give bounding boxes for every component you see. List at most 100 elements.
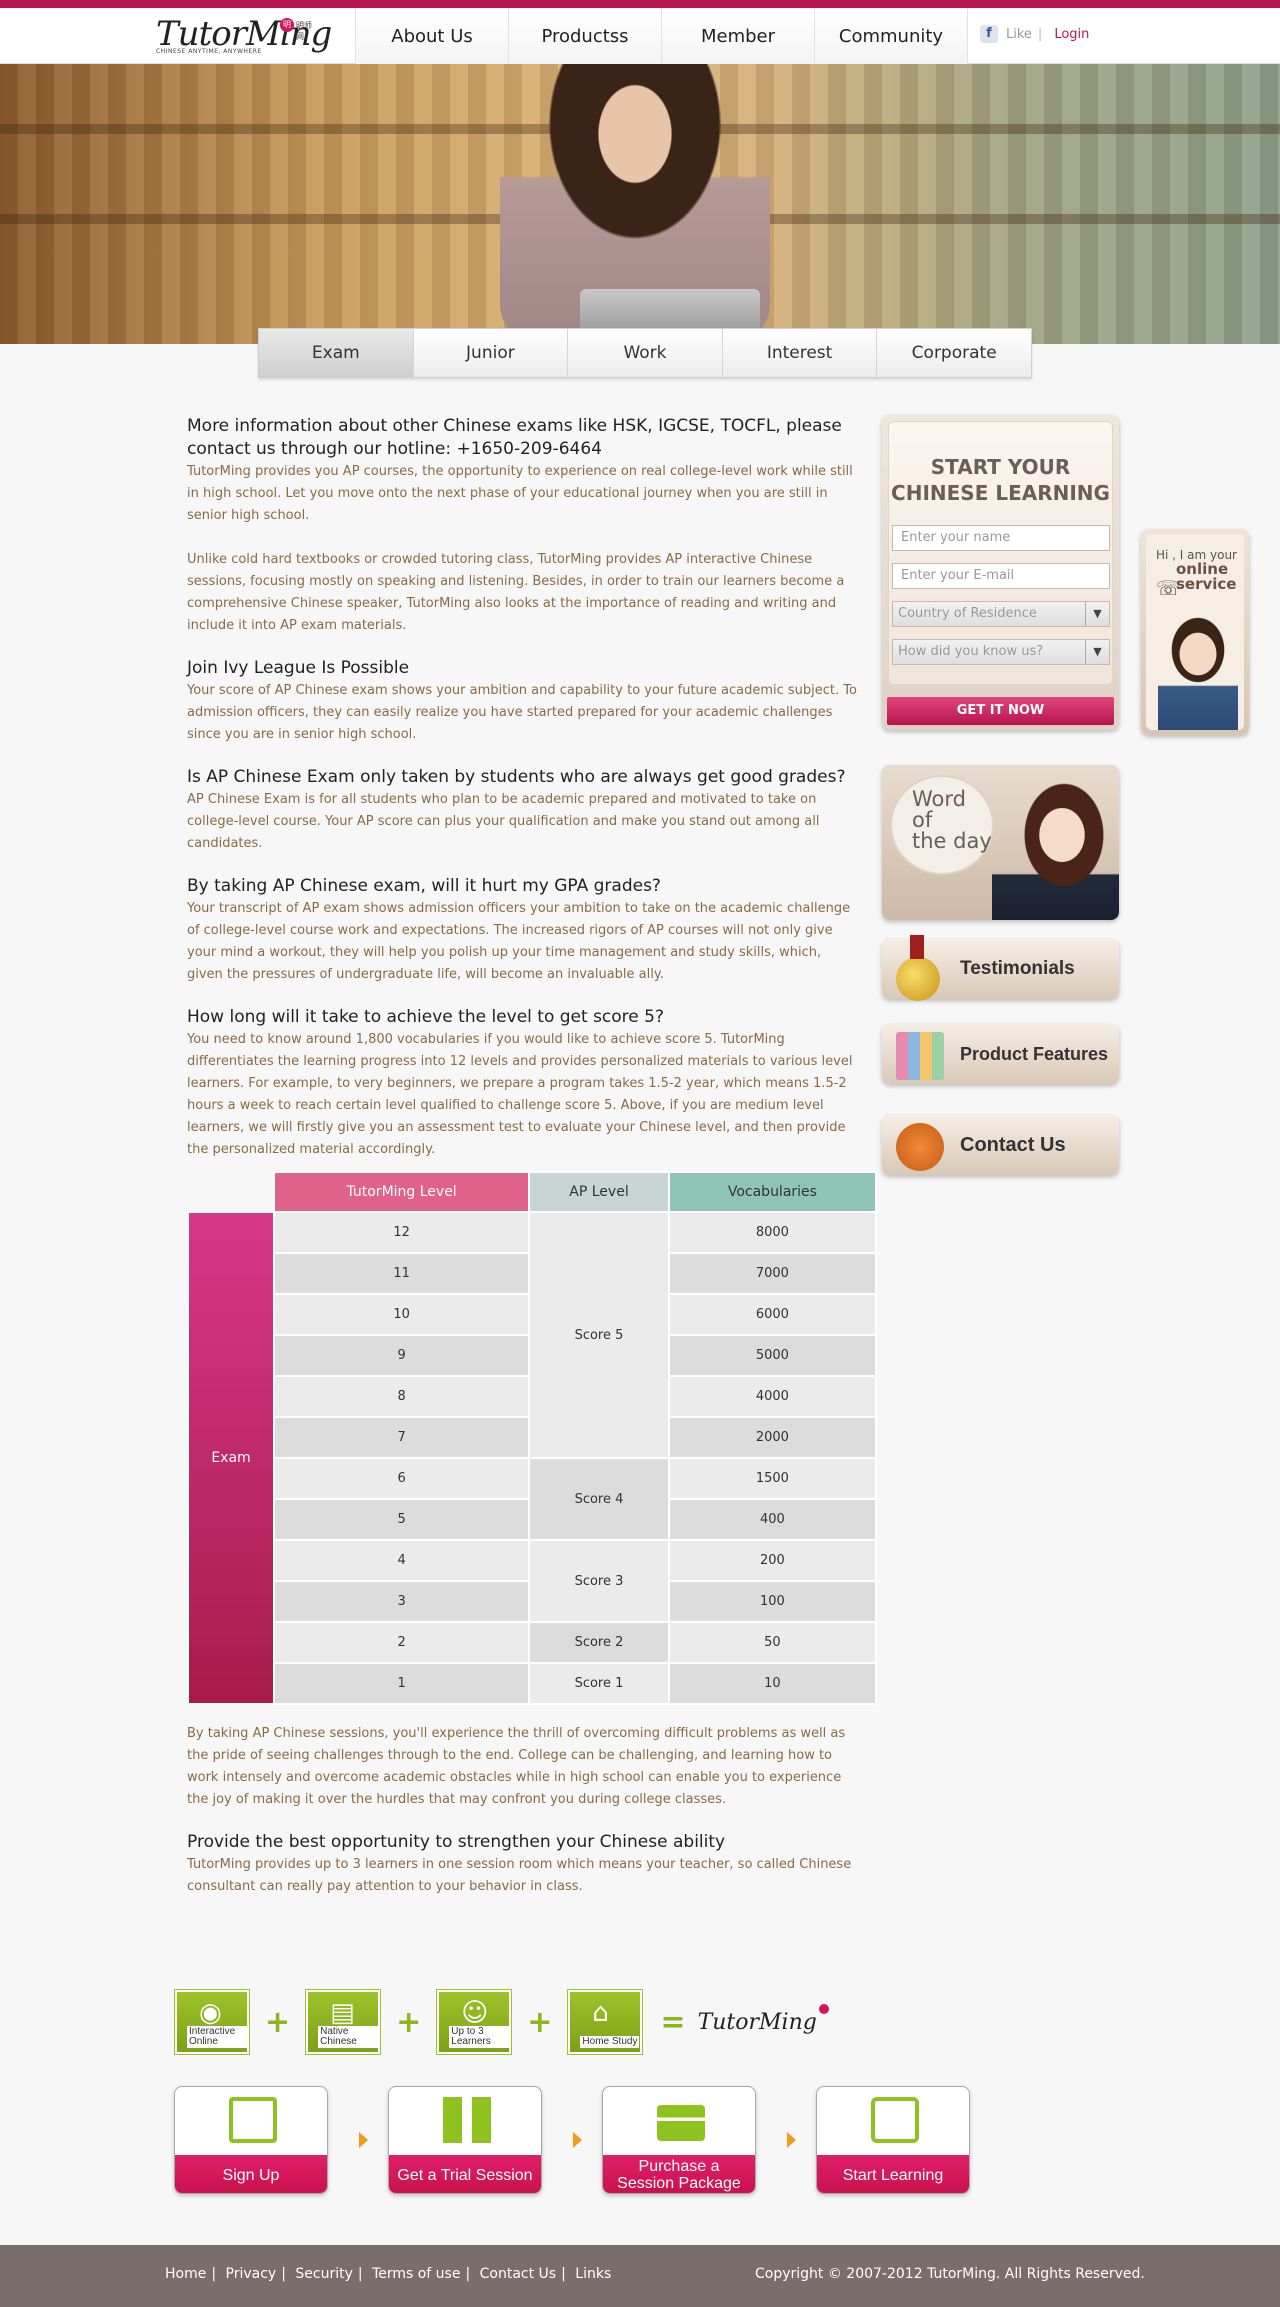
pencil-note-icon [229,2097,277,2143]
footer-link-home[interactable]: Home [165,2266,206,2282]
wotd-line-2: the day [912,829,992,853]
final-heading: Provide the best opportunity to strength… [187,1832,726,1852]
footer-link-privacy[interactable]: Privacy [226,2266,277,2282]
vocab-cell: 10 [667,1662,878,1705]
signup-steps: Sign Up Get a Trial Session Purchase a S… [174,2086,970,2194]
email-input[interactable]: Enter your E-mail [892,563,1110,589]
level-cell: 10 [272,1293,531,1336]
tab-work[interactable]: Work [568,329,723,377]
footer-separator: | [211,2266,217,2282]
footer-link-links[interactable]: Links [575,2266,611,2282]
header-tutorming-level: TutorMing Level [272,1171,531,1213]
signup-form-box: START YOUR CHINESE LEARNING Enter your n… [882,415,1119,730]
nav-about-us[interactable]: About Us [356,8,509,64]
step-label: Start Learning [817,2155,969,2193]
tab-exam[interactable]: Exam [259,329,414,377]
ap-score-cell: Score 5 [528,1211,670,1459]
section-body: Your transcript of AP exam shows admissi… [187,901,851,982]
level-cell: 4 [272,1539,531,1582]
contact-us-label: Contact Us [960,1134,1066,1156]
tab-interest[interactable]: Interest [723,329,878,377]
books-icon [896,1032,944,1080]
site-header: TutorMing CHINESE ANYTIME, ANYWHERE 明 明师… [0,8,1280,64]
level-table: TutorMing Level AP Level Vocabularies Ex… [187,1171,878,1705]
site-logo[interactable]: TutorMing CHINESE ANYTIME, ANYWHERE 明 明师… [156,14,332,62]
level-cell: 3 [272,1580,531,1623]
hero-banner [0,64,1280,344]
country-select-value: Country of Residence [898,606,1037,621]
headset-laptop-icon [871,2097,919,2143]
vocab-cell: 200 [667,1539,878,1582]
online-service-panel: Hi , I am your ☏ online service [1146,534,1244,730]
step-arrow-icon [787,2132,796,2148]
phone-icon: ☏ [1156,576,1182,600]
medal-icon [896,935,940,1001]
level-cell: 12 [272,1211,531,1254]
level-cell: 5 [272,1498,531,1541]
exam-row-label: Exam [187,1211,275,1705]
product-features-button[interactable]: Product Features [882,1024,1119,1084]
formula-item-label: Home Study [580,2036,640,2048]
learning-formula: ◉ Interactive Online + ▤ Native Chinese + … [175,1990,829,2054]
source-select[interactable]: How did you know us? ▼ [892,639,1110,665]
main-nav: About Us Productss Member Community [355,8,968,64]
tab-corporate[interactable]: Corporate [877,329,1031,377]
product-features-label: Product Features [960,1044,1109,1064]
logo-badge-icon: 明 [280,18,294,32]
facebook-icon[interactable]: f [980,25,998,43]
ap-score-cell: Score 1 [528,1662,670,1705]
formula-logo-text: TutorMing [697,2009,817,2035]
native-chinese-icon: ▤ Native Chinese [306,1990,381,2054]
dropdown-arrow-icon: ▼ [1085,602,1109,626]
footer-separator: | [357,2266,363,2282]
footer-link-contact[interactable]: Contact Us [480,2266,556,2282]
step-label: Sign Up [175,2155,327,2193]
like-link[interactable]: Like [1006,27,1032,42]
logo-cn-text: 明师网 [296,21,312,41]
dropdown-arrow-icon: ▼ [1085,640,1109,664]
section-body: Your score of AP Chinese exam shows your… [187,683,857,742]
login-link[interactable]: Login [1054,27,1089,42]
country-select[interactable]: Country of Residence ▼ [892,601,1110,627]
logo-badge-icon [818,2003,829,2014]
main-content: More information about other Chinese exa… [187,415,878,1918]
intro-paragraph-2: Unlike cold hard textbooks or crowded tu… [187,552,845,633]
service-agent-image [1158,612,1238,730]
nav-member[interactable]: Member [662,8,815,64]
plus-sign: + [396,2004,422,2040]
footer-separator: | [561,2266,566,2282]
testimonials-button[interactable]: Testimonials [882,935,1119,1001]
interactive-online-icon: ◉ Interactive Online [175,1990,249,2054]
intro-heading: More information about other Chinese exa… [187,416,842,459]
word-of-the-day-widget[interactable]: Word of the day [882,765,1119,920]
site-footer: Home | Privacy | Security | Terms of use | C… [0,2245,1280,2307]
footer-separator: | [465,2266,471,2282]
level-cell: 8 [272,1375,531,1418]
step-sign-up[interactable]: Sign Up [174,2086,328,2194]
vocab-cell: 400 [667,1498,878,1541]
footer-link-security[interactable]: Security [295,2266,353,2282]
nav-products[interactable]: Productss [509,8,662,64]
level-cell: 11 [272,1252,531,1295]
step-start-learning[interactable]: Start Learning [816,2086,970,2194]
step-purchase-package[interactable]: Purchase a Session Package [602,2086,756,2194]
ap-score-cell: Score 2 [528,1621,670,1664]
equals-sign: = [660,2004,686,2040]
credit-card-icon [657,2105,705,2141]
form-title-line-1: START YOUR [930,455,1071,479]
header-separator: | [1037,26,1043,42]
step-arrow-icon [573,2132,582,2148]
nav-community[interactable]: Community [815,8,968,64]
section-body: AP Chinese Exam is for all students who … [187,792,820,851]
get-it-now-button[interactable]: GET IT NOW [887,697,1114,725]
online-service-widget[interactable]: Hi , I am your ☏ online service [1141,529,1249,735]
contact-us-button[interactable]: Contact Us [882,1115,1119,1175]
vocab-cell: 100 [667,1580,878,1623]
name-input[interactable]: Enter your name [892,525,1110,551]
step-trial-session[interactable]: Get a Trial Session [388,2086,542,2194]
tab-junior[interactable]: Junior [414,329,569,377]
footer-link-terms[interactable]: Terms of use [372,2266,460,2282]
section-heading: How long will it take to achieve the lev… [187,1007,664,1027]
form-title-line-2: CHINESE LEARNING [891,481,1110,505]
phone-icon [896,1123,944,1171]
